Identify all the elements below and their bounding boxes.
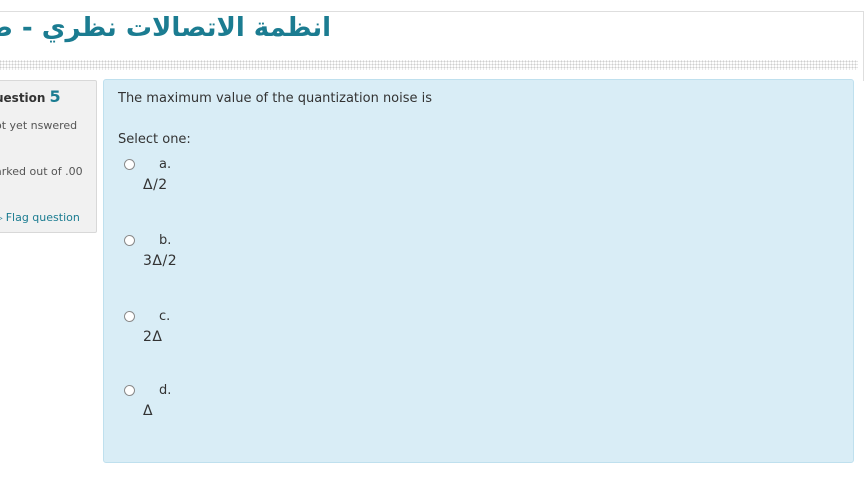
- select-prompt: Select one:: [118, 132, 191, 147]
- dotted-divider: [0, 60, 858, 70]
- answer-letter-a: a.: [159, 157, 172, 172]
- question-mark: arked out of .00: [0, 165, 83, 178]
- radio-button-d[interactable]: [124, 385, 135, 396]
- answer-option-b[interactable]: b. 3Δ/2: [124, 233, 424, 283]
- flag-question-label: Flag question: [5, 211, 80, 224]
- answer-option-c[interactable]: c. 2Δ: [124, 309, 424, 359]
- radio-button-b[interactable]: [124, 235, 135, 246]
- answer-letter-b: b.: [159, 233, 172, 248]
- flag-icon: ▷: [0, 213, 3, 224]
- question-state: ot yet nswered: [0, 119, 78, 132]
- answer-letter-c: c.: [159, 309, 171, 324]
- answer-value-c: 2Δ: [143, 329, 163, 345]
- radio-button-c[interactable]: [124, 311, 135, 322]
- answer-value-a: Δ/2: [143, 177, 168, 193]
- course-title: انظمة الاتصالات نظري - طولكرم: [0, 13, 331, 43]
- answer-letter-d: d.: [159, 383, 172, 398]
- question-number: 5: [49, 87, 61, 106]
- question-text: The maximum value of the quantization no…: [118, 91, 433, 106]
- question-label-text: uestion: [0, 91, 46, 105]
- radio-button-a[interactable]: [124, 159, 135, 170]
- answer-value-b: 3Δ/2: [143, 253, 178, 269]
- question-label: uestion 5: [0, 87, 61, 106]
- answer-option-a[interactable]: a. Δ/2: [124, 157, 424, 207]
- answer-value-d: Δ: [143, 403, 154, 419]
- question-content-panel: The maximum value of the quantization no…: [103, 79, 854, 463]
- flag-question-link[interactable]: ▷Flag question: [0, 211, 80, 224]
- question-info-panel: uestion 5 ot yet nswered arked out of .00…: [0, 80, 97, 233]
- quiz-page: انظمة الاتصالات نظري - طولكرم uestion5 o…: [0, 0, 868, 477]
- answer-option-d[interactable]: d. Δ: [124, 383, 424, 433]
